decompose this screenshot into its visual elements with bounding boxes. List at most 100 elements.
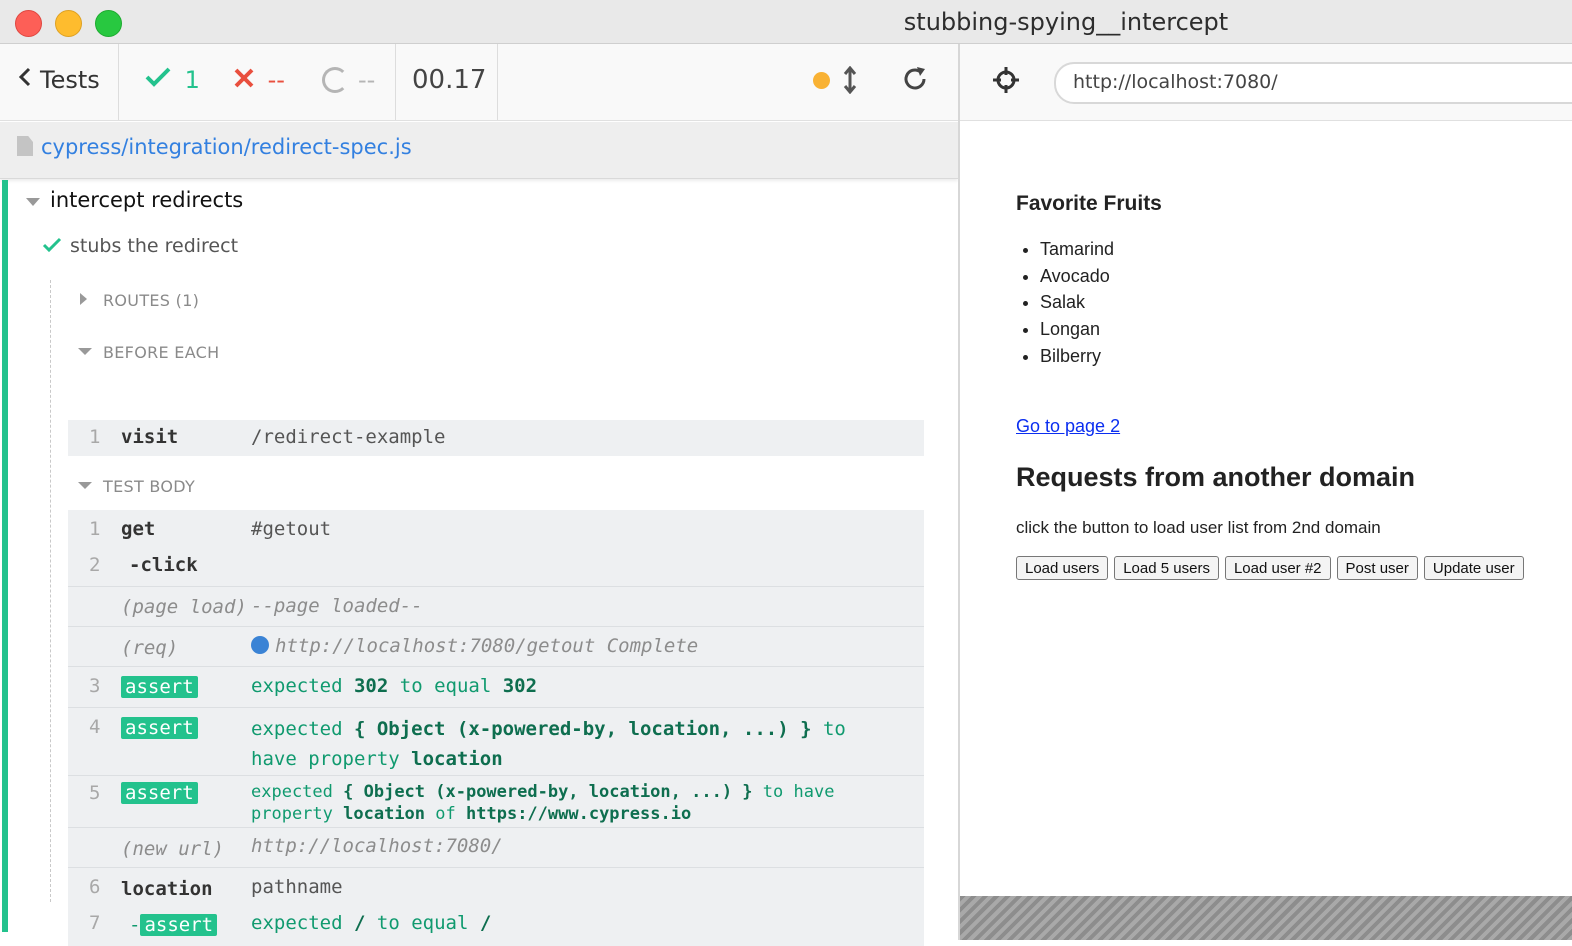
- command-name: (new url): [121, 838, 224, 860]
- list-item: Avocado: [1040, 263, 1114, 290]
- spec-file-bar: cypress/integration/redirect-spec.js: [0, 122, 958, 179]
- msg-part: have property: [251, 748, 400, 770]
- hook-guide-line: [50, 280, 51, 902]
- command-number: 6: [89, 876, 101, 898]
- command-name: location: [121, 878, 213, 900]
- command-name: assert: [121, 717, 198, 739]
- resize-icon[interactable]: [843, 65, 857, 101]
- reporter-panel: Tests 1 -- -- 00.17 cypress/integration/…: [0, 44, 958, 946]
- command-number: 7: [89, 912, 101, 934]
- request-url: http://localhost:7080/getout Complete: [275, 635, 699, 657]
- before-each-header[interactable]: BEFORE EACH: [103, 343, 219, 362]
- msg-part: expected: [251, 912, 343, 934]
- passed-count-value: 1: [184, 66, 200, 94]
- command-row[interactable]: 4 assert expected { Object (x-powered-by…: [68, 707, 924, 775]
- requests-heading: Requests from another domain: [1016, 462, 1416, 492]
- fruits-heading: Favorite Fruits: [1016, 192, 1162, 215]
- tests-button[interactable]: Tests: [18, 66, 100, 94]
- msg-part: to: [822, 718, 846, 740]
- url-bar[interactable]: http://localhost:7080/: [1054, 62, 1572, 104]
- msg-part: expected: [251, 675, 343, 697]
- command-message: #getout: [251, 518, 332, 540]
- reload-icon[interactable]: [900, 64, 930, 102]
- command-message: expected 302 to equal 302: [251, 675, 537, 697]
- window-titlebar: stubbing-spying__intercept: [0, 0, 1572, 44]
- msg-part: property: [251, 804, 333, 824]
- post-user-button[interactable]: Post user: [1336, 556, 1418, 580]
- check-icon: [42, 234, 62, 258]
- list-item: Tamarind: [1040, 236, 1114, 263]
- load-users-button[interactable]: Load users: [1016, 556, 1109, 580]
- command-message: http://localhost:7080/getout Complete: [251, 635, 698, 657]
- msg-part: to equal: [376, 912, 469, 934]
- load-user-2-button[interactable]: Load user #2: [1224, 556, 1331, 580]
- list-item: Bilberry: [1040, 343, 1114, 370]
- expand-arrow-icon[interactable]: [80, 293, 87, 305]
- check-icon: [145, 66, 179, 94]
- load-5-users-button[interactable]: Load 5 users: [1114, 556, 1219, 580]
- assert-badge: assert: [121, 676, 198, 698]
- command-row[interactable]: (page load) --page loaded--: [68, 586, 924, 626]
- command-row[interactable]: (req) http://localhost:7080/getout Compl…: [68, 626, 924, 666]
- command-name: -click: [129, 554, 198, 576]
- runnable-list: intercept redirects stubs the redirect R…: [0, 180, 958, 946]
- spec-file-link[interactable]: cypress/integration/redirect-spec.js: [41, 135, 412, 159]
- command-row[interactable]: 1 visit /redirect-example: [68, 420, 924, 456]
- req-dot-icon: [251, 636, 269, 654]
- msg-part: of: [435, 804, 456, 824]
- toolbar-divider: [395, 44, 396, 120]
- pending-count: --: [322, 66, 375, 94]
- collapse-arrow-icon[interactable]: [78, 482, 92, 489]
- update-user-button[interactable]: Update user: [1423, 556, 1524, 580]
- command-number: 5: [89, 782, 101, 804]
- command-name: assert: [121, 782, 198, 804]
- aut-overflow-area: [960, 896, 1572, 940]
- command-name: (page load): [121, 596, 247, 618]
- test-body-header[interactable]: TEST BODY: [103, 477, 195, 496]
- window-title: stubbing-spying__intercept: [903, 8, 1229, 36]
- url-text: http://localhost:7080/: [1073, 71, 1278, 93]
- test-title[interactable]: stubs the redirect: [70, 235, 238, 257]
- command-row[interactable]: (new url) http://localhost:7080/: [68, 827, 924, 867]
- list-item: Longan: [1040, 316, 1114, 343]
- command-row[interactable]: 3 assert expected 302 to equal 302: [68, 666, 924, 707]
- command-name: (req): [121, 637, 179, 659]
- duration-display: 00.17: [412, 65, 487, 95]
- msg-part: https://www.cypress.io: [466, 804, 692, 824]
- command-name: visit: [121, 426, 179, 448]
- command-message: expected / to equal /: [251, 912, 491, 934]
- command-row[interactable]: 7 - assert expected / to equal /: [68, 906, 924, 944]
- crosshair-icon[interactable]: [992, 66, 1020, 101]
- command-number: 1: [89, 426, 101, 448]
- command-message: pathname: [251, 876, 343, 898]
- msg-part: 302: [502, 675, 538, 697]
- spinner-icon: [322, 67, 348, 93]
- passed-count: 1: [145, 66, 200, 94]
- suite-title[interactable]: intercept redirects: [50, 188, 243, 212]
- tests-label: Tests: [40, 66, 100, 94]
- collapse-arrow-icon[interactable]: [26, 198, 40, 206]
- button-row: Load users Load 5 users Load user #2 Pos…: [1016, 556, 1524, 580]
- collapse-arrow-icon[interactable]: [78, 348, 92, 355]
- command-row[interactable]: 6 location pathname: [68, 867, 924, 906]
- command-name: assert: [121, 676, 198, 698]
- command-row[interactable]: 2 -click: [68, 548, 924, 586]
- toolbar-divider: [497, 44, 498, 120]
- routes-header[interactable]: ROUTES (1): [103, 291, 199, 310]
- command-row[interactable]: 1 get #getout: [68, 510, 924, 548]
- file-icon: [17, 136, 33, 156]
- msg-part: /: [353, 912, 366, 934]
- assert-badge: assert: [140, 914, 218, 936]
- nested-prefix: -: [129, 914, 141, 936]
- msg-part: { Object (x-powered-by, location, ...) }: [353, 718, 812, 740]
- msg-part: { Object (x-powered-by, location, ...) }: [343, 782, 753, 802]
- command-message: expected { Object (x-powered-by, locatio…: [251, 714, 911, 774]
- command-row[interactable]: 5 assert expected { Object (x-powered-by…: [68, 775, 924, 827]
- command-message: expected { Object (x-powered-by, locatio…: [251, 781, 891, 825]
- fruits-list: Tamarind Avocado Salak Longan Bilberry: [1016, 236, 1114, 370]
- x-icon: [234, 66, 262, 94]
- aut-header: http://localhost:7080/: [960, 44, 1572, 121]
- command-number: 1: [89, 518, 101, 540]
- test-status-bar: [2, 180, 8, 932]
- go-to-page-2-link[interactable]: Go to page 2: [1016, 416, 1120, 437]
